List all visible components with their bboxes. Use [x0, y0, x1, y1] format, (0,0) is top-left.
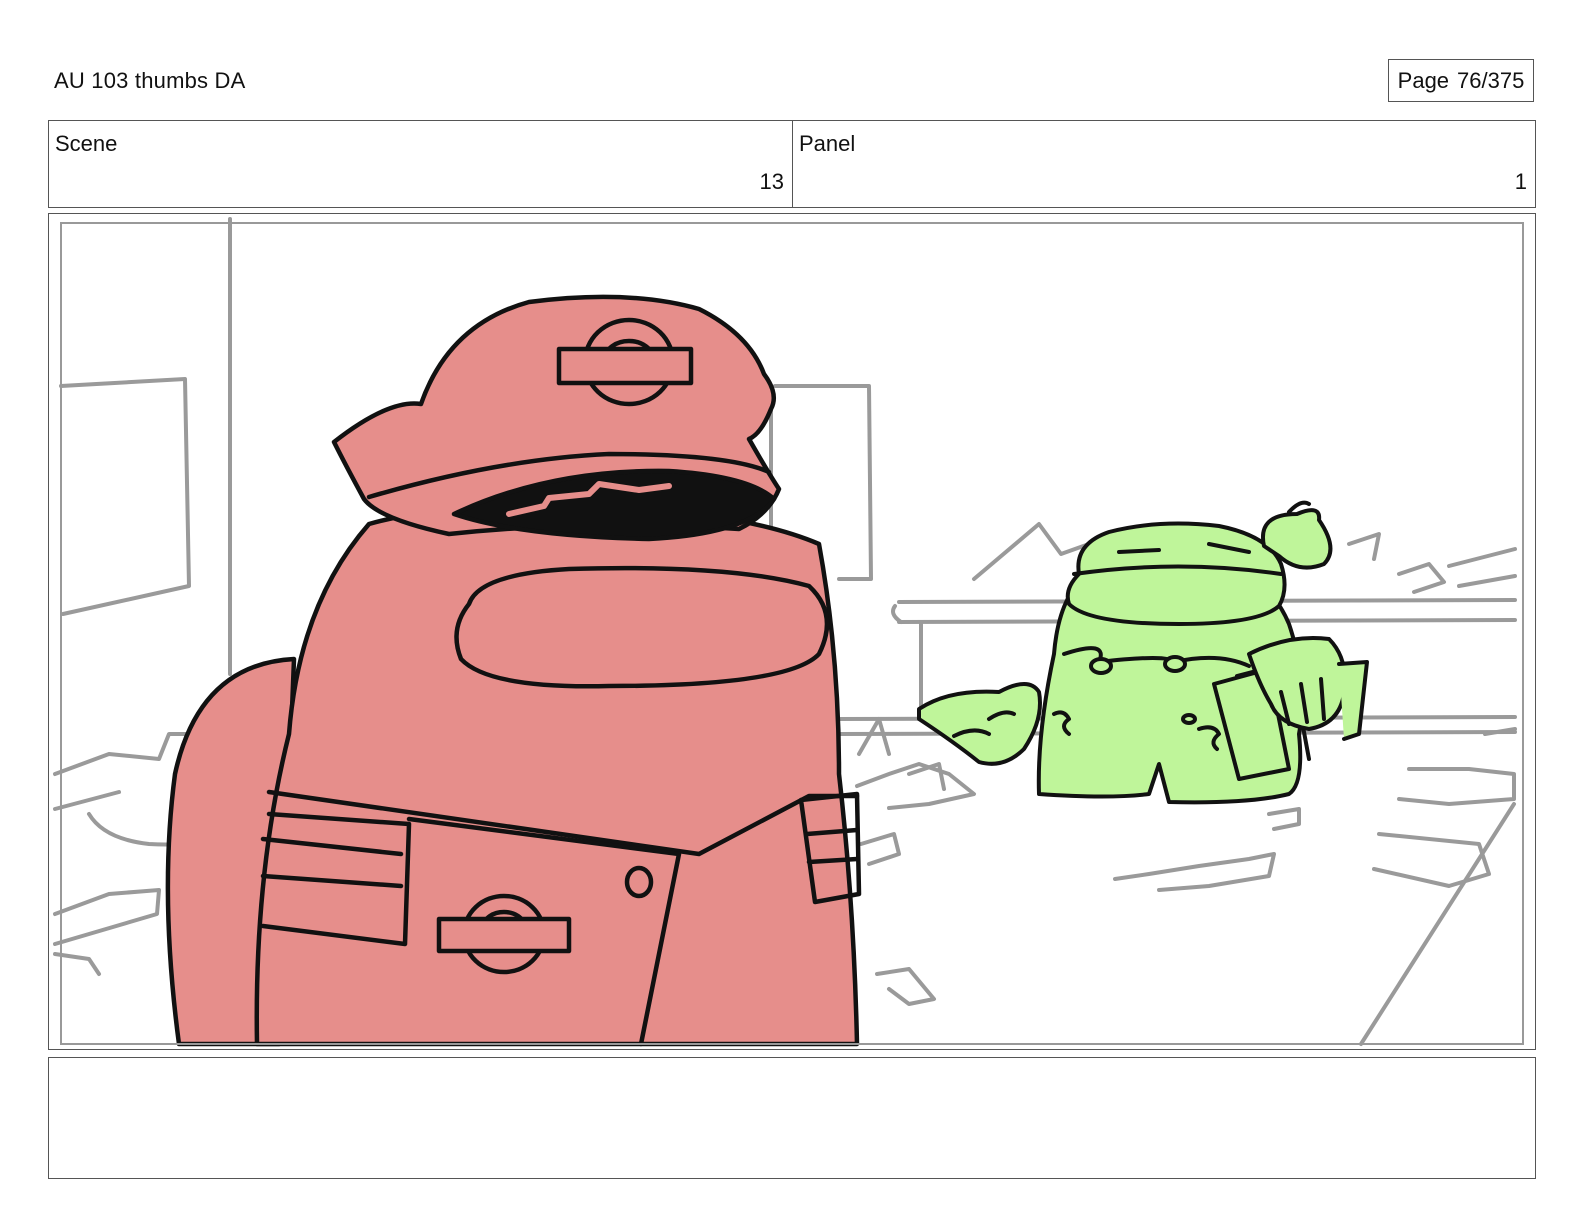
scene-label: Scene — [55, 131, 118, 156]
page-indicator: Page 76/375 — [1388, 59, 1534, 102]
notes-box — [48, 1057, 1536, 1179]
document-title: AU 103 thumbs DA — [54, 68, 246, 93]
storyboard-frame — [48, 213, 1536, 1050]
page-word: Page — [1397, 67, 1450, 93]
scene-cell: Scene 13 — [49, 121, 793, 207]
panel-cell: Panel 1 — [793, 121, 1535, 207]
panel-label: Panel — [799, 131, 856, 156]
scene-panel-row: Scene 13 Panel 1 — [48, 120, 1536, 208]
storyboard-drawing — [53, 217, 1517, 1047]
green-character — [917, 500, 1369, 805]
panel-number: 1 — [1514, 169, 1527, 194]
page-number: 76/375 — [1457, 67, 1525, 93]
red-character — [165, 294, 862, 1047]
scene-number: 13 — [759, 169, 784, 194]
